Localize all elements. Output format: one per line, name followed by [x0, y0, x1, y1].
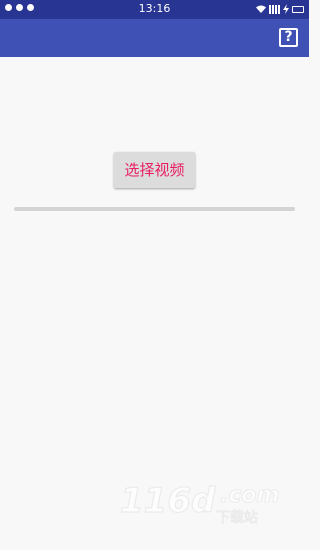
charging-icon: [283, 4, 289, 14]
app-bar: ?: [0, 19, 309, 57]
help-button[interactable]: ?: [279, 28, 298, 47]
watermark-logo: 116d .com 下载站: [119, 480, 280, 526]
svg-text:下载站: 下载站: [216, 510, 258, 526]
wifi-icon: [256, 5, 266, 13]
signal-icon: [269, 4, 280, 14]
status-bar: 13:16: [0, 0, 309, 19]
select-video-button[interactable]: 选择视频: [114, 152, 195, 188]
svg-text:116d: 116d: [120, 481, 216, 521]
battery-icon: [292, 5, 304, 13]
status-right-icons: [256, 3, 304, 15]
progress-bar: [14, 207, 295, 211]
svg-text:.com: .com: [220, 483, 279, 508]
screen: 13:16 ? 选择视频 116d .com 下载站: [0, 0, 309, 550]
